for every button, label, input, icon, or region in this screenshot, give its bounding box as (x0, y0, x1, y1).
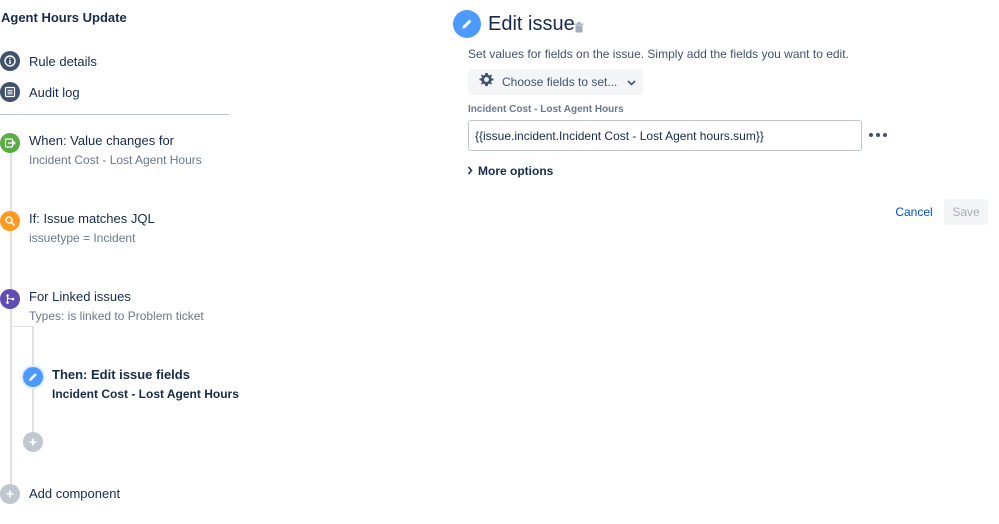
component-subtitle: Types: is linked to Problem ticket (29, 309, 204, 323)
incident-cost-field[interactable] (468, 120, 862, 151)
more-actions-icon[interactable] (869, 127, 887, 143)
rule-details-link[interactable]: Rule details (0, 51, 97, 71)
component-title: If: Issue matches JQL (29, 211, 155, 226)
info-icon (0, 51, 20, 71)
rule-title: Agent Hours Update (1, 10, 127, 25)
search-icon (0, 211, 20, 231)
save-button[interactable]: Save (944, 199, 988, 225)
plus-icon (0, 484, 20, 504)
component-condition[interactable]: If: Issue matches JQL issuetype = Incide… (0, 211, 155, 245)
add-branch-component-button[interactable] (23, 432, 43, 452)
audit-log-link[interactable]: Audit log (0, 82, 80, 102)
trash-icon[interactable] (574, 20, 584, 38)
edit-description: Set values for fields on the issue. Simp… (468, 47, 849, 61)
component-branch[interactable]: For Linked issues Types: is linked to Pr… (0, 289, 204, 323)
cancel-button[interactable]: Cancel (891, 199, 937, 225)
rule-details-label: Rule details (29, 53, 97, 69)
component-action-selected[interactable]: Then: Edit issue fields Incident Cost - … (23, 367, 239, 401)
component-title: When: Value changes for (29, 133, 175, 148)
component-title: Then: Edit issue fields (52, 367, 190, 382)
more-options-label: More options (478, 164, 554, 178)
branch-connector-line (11, 326, 33, 327)
component-subtitle: Incident Cost - Lost Agent Hours (52, 387, 239, 401)
edit-issue-title: Edit issue (488, 13, 575, 35)
list-icon (0, 82, 20, 102)
component-trigger[interactable]: When: Value changes for Incident Cost - … (0, 133, 202, 167)
component-subtitle: issuetype = Incident (29, 231, 136, 245)
plus-icon (23, 432, 43, 452)
trigger-icon (0, 133, 20, 153)
gear-icon (479, 72, 494, 92)
add-component-label: Add component (29, 486, 121, 501)
field-label: Incident Cost - Lost Agent Hours (468, 104, 624, 115)
more-options-toggle[interactable]: More options (467, 162, 553, 180)
add-component-button[interactable]: Add component (0, 484, 120, 504)
chevron-down-icon (627, 73, 636, 91)
choose-fields-button[interactable]: Choose fields to set... (468, 69, 643, 95)
edit-issue-icon (453, 10, 481, 38)
component-subtitle: Incident Cost - Lost Agent Hours (29, 153, 202, 167)
branch-icon (0, 289, 20, 309)
choose-fields-label: Choose fields to set... (502, 75, 618, 89)
pencil-icon (23, 367, 43, 387)
component-title: For Linked issues (29, 289, 131, 304)
audit-log-label: Audit log (29, 84, 80, 100)
divider (0, 114, 229, 115)
chevron-right-icon (467, 162, 473, 180)
